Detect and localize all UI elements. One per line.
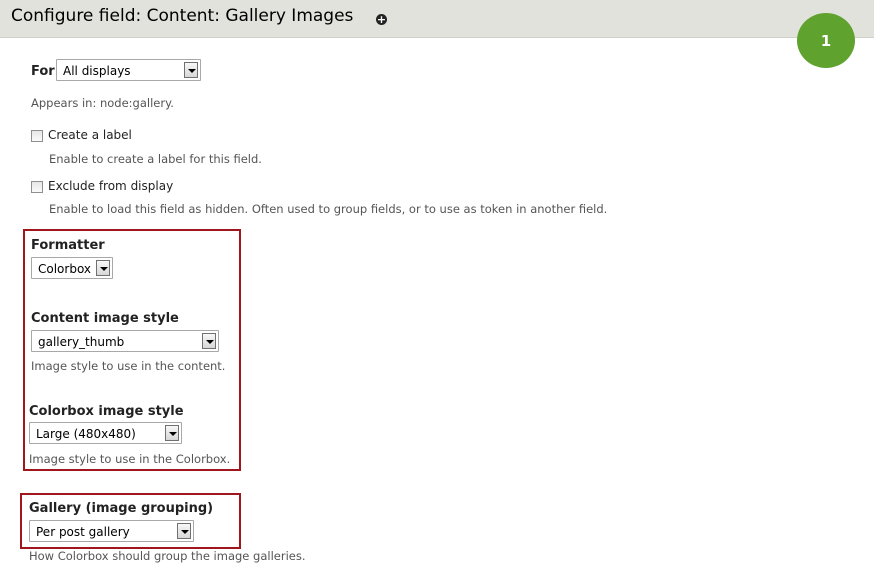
- display-select[interactable]: All displays: [56, 59, 201, 81]
- create-label-checkbox[interactable]: [31, 130, 43, 142]
- chevron-down-icon: [96, 260, 110, 276]
- page-title: Configure field: Content: Gallery Images: [11, 6, 354, 26]
- page-header: Configure field: Content: Gallery Images…: [0, 0, 874, 38]
- step-badge: 1: [797, 13, 855, 68]
- appears-in-text: Appears in: node:gallery.: [31, 96, 174, 110]
- formatter-select[interactable]: Colorbox: [31, 257, 113, 279]
- colorbox-image-style-description: Image style to use in the Colorbox.: [29, 452, 231, 466]
- chevron-down-icon: [184, 62, 198, 78]
- chevron-down-icon: [165, 425, 179, 441]
- create-label-description: Enable to create a label for this field.: [49, 152, 262, 166]
- chevron-down-icon: [202, 333, 216, 349]
- chevron-down-icon: [177, 523, 191, 539]
- gallery-grouping-label: Gallery (image grouping): [29, 501, 214, 516]
- gallery-grouping-description: How Colorbox should group the image gall…: [29, 549, 306, 563]
- exclude-display-label[interactable]: Exclude from display: [48, 179, 173, 193]
- colorbox-image-style-select[interactable]: Large (480x480): [29, 422, 182, 444]
- formatter-label: Formatter: [31, 238, 105, 253]
- exclude-display-description: Enable to load this field as hidden. Oft…: [49, 202, 608, 216]
- content-image-style-description: Image style to use in the content.: [31, 359, 226, 373]
- content-image-style-select[interactable]: gallery_thumb: [31, 330, 219, 352]
- colorbox-image-style-label: Colorbox image style: [29, 404, 184, 419]
- for-label: For: [31, 64, 55, 79]
- colorbox-image-style-value: Large (480x480): [36, 427, 136, 441]
- plus-circle-icon[interactable]: +: [376, 14, 387, 25]
- gallery-grouping-select[interactable]: Per post gallery: [29, 520, 194, 542]
- content-image-style-value: gallery_thumb: [38, 335, 125, 349]
- exclude-display-checkbox[interactable]: [31, 181, 43, 193]
- gallery-grouping-value: Per post gallery: [36, 525, 130, 539]
- content-image-style-label: Content image style: [31, 311, 179, 326]
- create-label-label[interactable]: Create a label: [48, 128, 132, 142]
- display-select-value: All displays: [63, 64, 131, 78]
- formatter-select-value: Colorbox: [38, 262, 92, 276]
